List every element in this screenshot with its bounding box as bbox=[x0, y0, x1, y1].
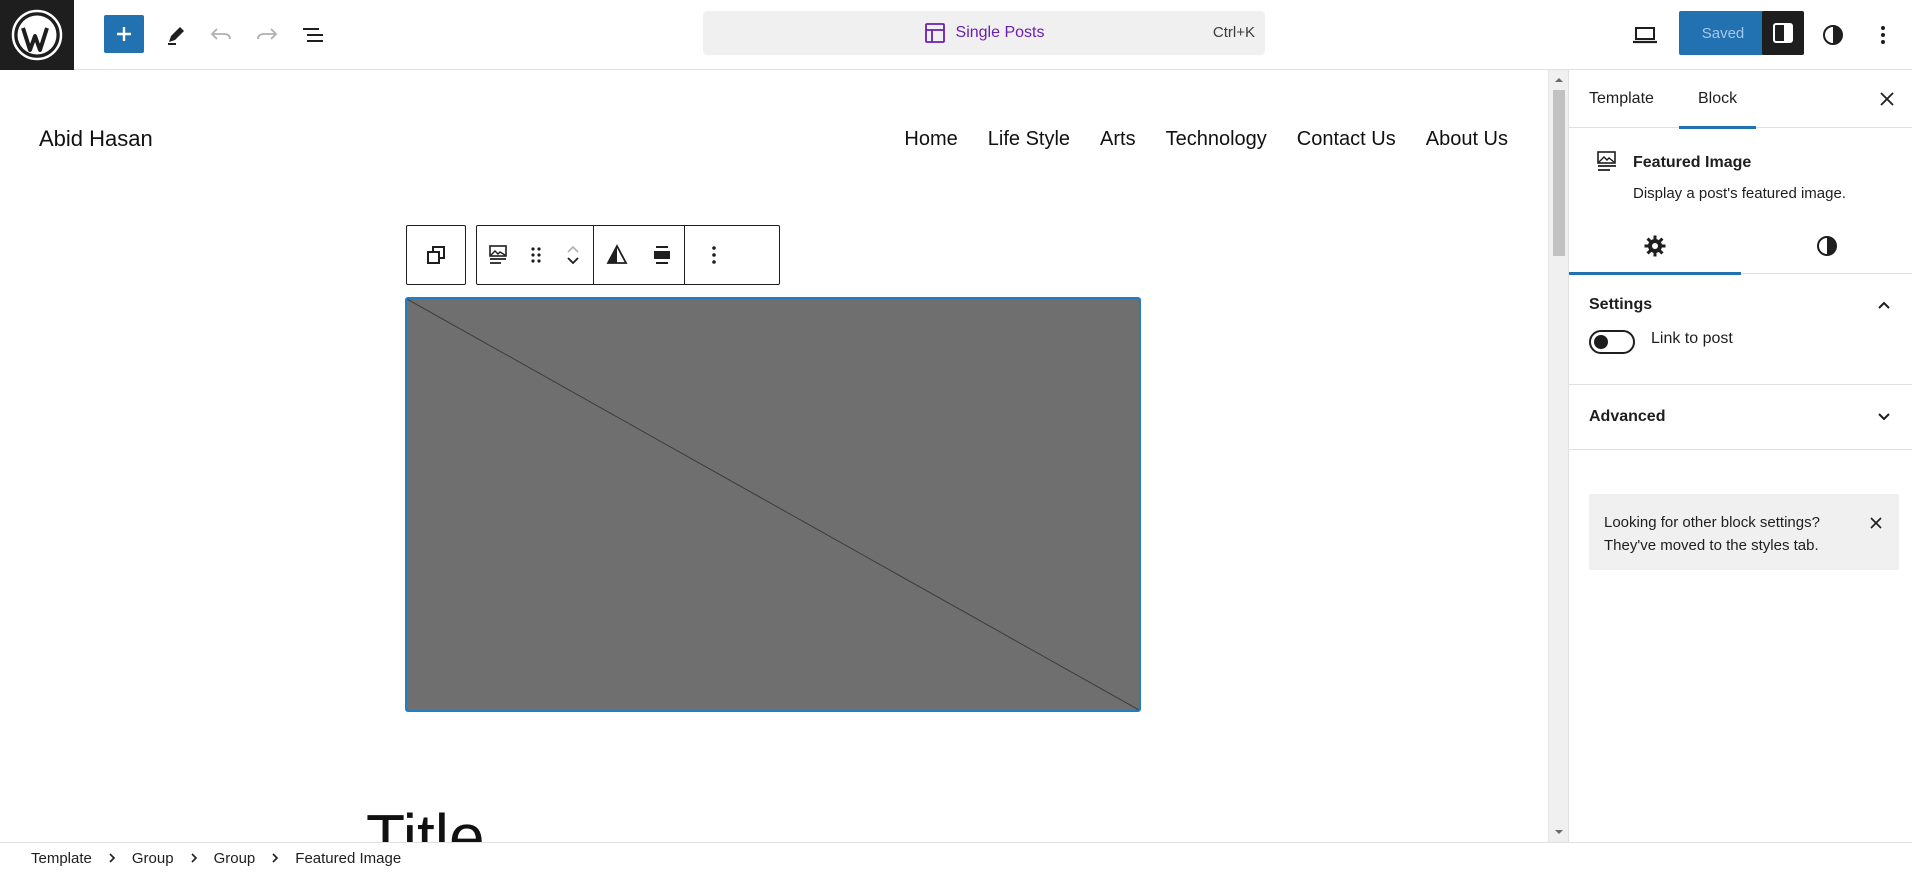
document-overview-button[interactable] bbox=[290, 12, 336, 58]
drag-handle[interactable] bbox=[519, 226, 553, 284]
nav-item-technology[interactable]: Technology bbox=[1166, 128, 1267, 151]
chevron-down-icon bbox=[1878, 413, 1890, 421]
duplicate-icon bbox=[427, 246, 445, 264]
editor-canvas[interactable]: Abid Hasan Home Life Style Arts Technolo… bbox=[0, 70, 1548, 842]
drag-icon bbox=[531, 247, 541, 263]
settings-panel: Settings Link to post bbox=[1569, 274, 1912, 385]
block-card: Featured Image Display a post's featured… bbox=[1569, 128, 1912, 218]
contrast-icon bbox=[1823, 25, 1843, 45]
featured-image-icon bbox=[1597, 151, 1616, 171]
redo-icon bbox=[257, 28, 278, 40]
breadcrumb-item-group[interactable]: Group bbox=[214, 850, 256, 867]
tab-block[interactable]: Block bbox=[1678, 70, 1757, 129]
template-icon bbox=[924, 23, 945, 43]
chevron-up-icon bbox=[1878, 301, 1890, 309]
laptop-icon bbox=[1633, 27, 1657, 44]
redo-button[interactable] bbox=[244, 12, 290, 58]
edit-tools-button[interactable] bbox=[153, 12, 199, 58]
navigation-menu: Home Life Style Arts Technology Contact … bbox=[904, 128, 1508, 151]
chevron-right-icon bbox=[191, 853, 197, 863]
nav-item-contact-us[interactable]: Contact Us bbox=[1297, 128, 1396, 151]
contrast-icon bbox=[1817, 236, 1837, 256]
sidebar-icon bbox=[1773, 23, 1793, 43]
block-options-button[interactable] bbox=[685, 226, 743, 284]
command-label: Single Posts bbox=[955, 24, 1045, 41]
canvas-scrollbar[interactable] bbox=[1548, 70, 1568, 842]
gear-icon bbox=[1644, 235, 1666, 257]
more-vertical-icon bbox=[1881, 26, 1885, 44]
close-sidebar-button[interactable] bbox=[1872, 84, 1902, 114]
breadcrumb-item-featured-image: Featured Image bbox=[295, 849, 402, 867]
breadcrumb-item-group[interactable]: Group bbox=[132, 850, 174, 867]
wordpress-logo-icon[interactable] bbox=[0, 0, 74, 70]
add-block-button[interactable] bbox=[104, 15, 144, 53]
top-toolbar: Single Posts Ctrl+K Saved bbox=[0, 0, 1912, 70]
pencil-icon bbox=[168, 27, 184, 45]
settings-sidebar: Template Block Featured Image Display a … bbox=[1568, 70, 1912, 842]
block-card-title: Featured Image bbox=[1633, 154, 1752, 171]
command-shortcut: Ctrl+K bbox=[1212, 24, 1255, 41]
move-block-buttons[interactable] bbox=[553, 226, 593, 284]
undo-icon bbox=[210, 28, 231, 40]
link-to-post-toggle[interactable] bbox=[1589, 330, 1635, 354]
align-button[interactable] bbox=[640, 226, 684, 284]
close-icon bbox=[1870, 517, 1882, 529]
styles-moved-notice: Looking for other block settings? They'v… bbox=[1589, 494, 1899, 570]
nav-item-about-us[interactable]: About Us bbox=[1426, 128, 1508, 151]
block-toolbar bbox=[406, 225, 780, 285]
chevron-right-icon bbox=[272, 853, 279, 863]
tab-settings[interactable] bbox=[1569, 218, 1741, 275]
featured-image-placeholder[interactable] bbox=[405, 297, 1141, 712]
settings-panel-title: Settings bbox=[1589, 296, 1653, 313]
advanced-panel-header[interactable]: Advanced bbox=[1569, 385, 1912, 449]
chevron-right-icon bbox=[109, 853, 116, 863]
chevron-down-icon[interactable] bbox=[565, 255, 581, 267]
select-parent-button[interactable] bbox=[407, 226, 465, 284]
options-menu-button[interactable] bbox=[1860, 12, 1906, 58]
scroll-up-icon[interactable] bbox=[1549, 74, 1569, 86]
advanced-panel: Advanced bbox=[1569, 385, 1912, 450]
advanced-panel-title: Advanced bbox=[1589, 408, 1666, 425]
chevron-up-icon[interactable] bbox=[565, 243, 581, 255]
block-type-button[interactable] bbox=[477, 226, 519, 284]
breadcrumb: Template Group Group Featured Image bbox=[0, 842, 1912, 873]
site-title[interactable]: Abid Hasan bbox=[39, 126, 153, 152]
nav-item-life-style[interactable]: Life Style bbox=[988, 128, 1070, 151]
preview-button[interactable] bbox=[1622, 12, 1668, 58]
link-to-post-label: Link to post bbox=[1651, 330, 1733, 347]
placeholder-diagonal bbox=[407, 299, 1139, 710]
dismiss-notice-button[interactable] bbox=[1865, 512, 1887, 534]
styles-button[interactable] bbox=[1810, 12, 1856, 58]
scroll-thumb[interactable] bbox=[1553, 90, 1565, 256]
notice-text: Looking for other block settings? They'v… bbox=[1604, 514, 1820, 554]
featured-image-icon bbox=[489, 245, 507, 264]
command-palette-bar[interactable]: Single Posts Ctrl+K bbox=[703, 11, 1265, 55]
block-card-description: Display a post's featured image. bbox=[1633, 185, 1846, 202]
post-title[interactable]: Title bbox=[366, 805, 485, 842]
close-icon bbox=[1880, 92, 1894, 106]
tab-template[interactable]: Template bbox=[1589, 70, 1654, 128]
settings-sidebar-toggle[interactable] bbox=[1762, 11, 1804, 55]
duotone-button[interactable] bbox=[594, 226, 640, 284]
nav-item-home[interactable]: Home bbox=[904, 128, 957, 151]
plus-icon bbox=[117, 27, 131, 41]
align-center-icon bbox=[654, 246, 670, 264]
scroll-down-icon[interactable] bbox=[1549, 826, 1569, 838]
tab-styles[interactable] bbox=[1741, 218, 1912, 274]
breadcrumb-item-template[interactable]: Template bbox=[31, 850, 92, 867]
nav-item-arts[interactable]: Arts bbox=[1100, 128, 1136, 151]
duotone-icon bbox=[606, 244, 628, 264]
saved-button[interactable]: Saved bbox=[1679, 11, 1767, 55]
undo-button[interactable] bbox=[198, 12, 244, 58]
list-view-icon bbox=[303, 28, 323, 42]
more-vertical-icon bbox=[712, 246, 716, 264]
